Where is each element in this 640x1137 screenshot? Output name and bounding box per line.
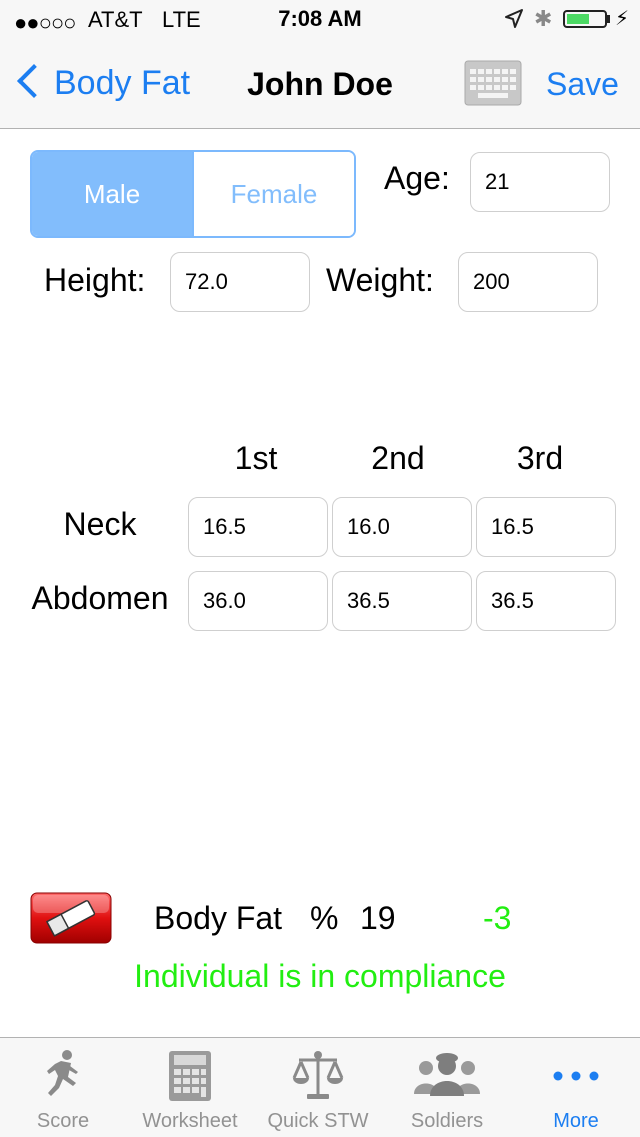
segment-female[interactable]: Female bbox=[192, 152, 354, 236]
height-field[interactable]: 72.0 bbox=[170, 252, 310, 312]
neck-2nd-field[interactable]: 16.0 bbox=[332, 497, 472, 557]
more-icon bbox=[553, 1071, 599, 1081]
weight-label: Weight: bbox=[326, 262, 434, 298]
abdomen-1st-field[interactable]: 36.0 bbox=[188, 571, 328, 631]
percent-sign: % bbox=[310, 900, 339, 936]
segment-male[interactable]: Male bbox=[32, 152, 192, 236]
body-fat-label: Body Fat bbox=[154, 900, 283, 936]
column-header-1st: 1st bbox=[234, 440, 278, 476]
soldiers-icon bbox=[414, 1053, 480, 1096]
tab-quick-stw[interactable]: Quick STW bbox=[254, 1038, 382, 1137]
navigation-bar: Body Fat John Doe Save bbox=[0, 40, 640, 129]
compliance-message: Individual is in compliance bbox=[134, 958, 506, 994]
abdomen-2nd-field[interactable]: 36.5 bbox=[332, 571, 472, 631]
eraser-icon[interactable] bbox=[30, 892, 112, 944]
bluetooth-icon: ✱ bbox=[534, 6, 553, 31]
charging-icon: ⚡ bbox=[615, 8, 630, 30]
tab-label: Quick STW bbox=[267, 1110, 369, 1132]
tab-bar: Score Worksheet Quick STW Soldiers More bbox=[0, 1037, 640, 1137]
age-field[interactable]: 21 bbox=[470, 152, 610, 212]
column-header-2nd: 2nd bbox=[371, 440, 425, 476]
neck-1st-field[interactable]: 16.5 bbox=[188, 497, 328, 557]
age-label: Age: bbox=[384, 160, 450, 196]
save-button[interactable]: Save bbox=[546, 66, 619, 103]
neck-3rd-field[interactable]: 16.5 bbox=[476, 497, 616, 557]
keyboard-icon[interactable] bbox=[464, 60, 522, 106]
tab-label: Soldiers bbox=[410, 1110, 484, 1132]
battery-tip bbox=[607, 15, 610, 23]
column-header-3rd: 3rd bbox=[516, 440, 564, 476]
scale-icon bbox=[292, 1051, 344, 1099]
tab-soldiers[interactable]: Soldiers bbox=[382, 1038, 512, 1137]
page-title: John Doe bbox=[247, 66, 393, 102]
neck-label: Neck bbox=[63, 506, 137, 542]
battery-icon bbox=[563, 10, 607, 28]
tab-label: More bbox=[553, 1110, 599, 1132]
body-fat-difference: -3 bbox=[483, 900, 512, 936]
weight-field[interactable]: 200 bbox=[458, 252, 598, 312]
status-bar: ●●○○○ AT&T LTE 7:08 AM ✱ ⚡ bbox=[0, 0, 640, 40]
calculator-icon bbox=[169, 1051, 211, 1101]
tab-label: Score bbox=[36, 1110, 90, 1132]
tab-label: Worksheet bbox=[142, 1110, 238, 1132]
runner-icon bbox=[47, 1050, 78, 1096]
tab-worksheet[interactable]: Worksheet bbox=[126, 1038, 254, 1137]
gender-segmented-control: Male Female bbox=[30, 150, 356, 238]
location-arrow-icon bbox=[505, 9, 523, 28]
tab-more[interactable]: More bbox=[512, 1038, 640, 1137]
abdomen-label: Abdomen bbox=[31, 580, 169, 616]
tab-score[interactable]: Score bbox=[0, 1038, 126, 1137]
height-label: Height: bbox=[44, 262, 146, 298]
body-fat-value: 19 bbox=[360, 900, 396, 936]
abdomen-3rd-field[interactable]: 36.5 bbox=[476, 571, 616, 631]
